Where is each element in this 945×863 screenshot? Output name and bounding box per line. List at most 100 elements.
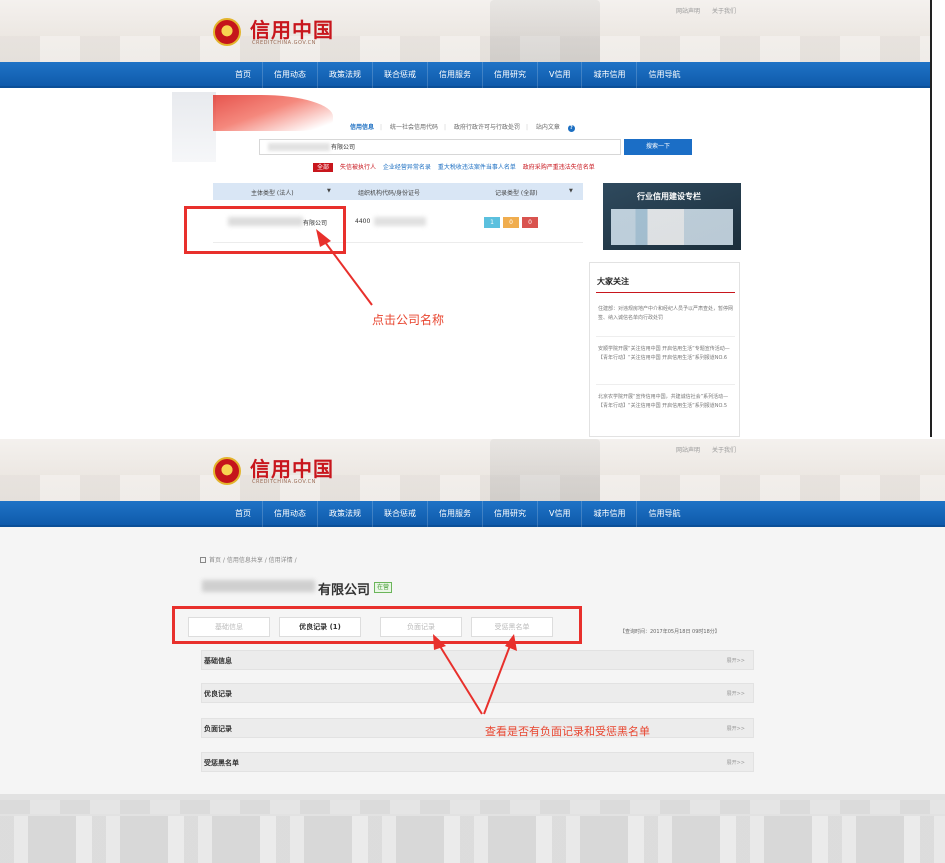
scrollbar[interactable]: [930, 0, 932, 437]
nav-item-home[interactable]: 首页: [224, 501, 263, 527]
divider: [596, 292, 735, 293]
redacted-text: [202, 580, 315, 592]
divider: [596, 384, 735, 385]
top-link-about[interactable]: 关于我们: [712, 447, 736, 454]
search-button[interactable]: 搜索一下: [624, 139, 692, 155]
nav-item-policy[interactable]: 政策法规: [318, 62, 373, 88]
nav-item-credit-research[interactable]: 信用研究: [483, 62, 538, 88]
annotation-check-records: 查看是否有负面记录和受惩黑名单: [485, 725, 650, 738]
section-blacklist[interactable]: 受惩黑名单 展开>>: [201, 752, 754, 772]
attention-item[interactable]: 安顺学院开展“关注信用中国 开启信用生活”专题宣传活动—【青年行动】“关注信用中…: [598, 345, 734, 363]
site-footer: [0, 794, 945, 863]
header-org-code: 组织机构代码/身份证号: [358, 190, 421, 197]
nav-item-credit-news[interactable]: 信用动态: [263, 501, 318, 527]
section-basic-info[interactable]: 基础信息 展开>>: [201, 650, 754, 670]
site-header: 信用中国 CREDITCHINA.GOV.CN 网站声明 关于我们: [0, 0, 945, 62]
nav-item-joint-punishment[interactable]: 联合惩戒: [373, 62, 428, 88]
status-badge: 在营: [374, 582, 393, 593]
record-negative-count[interactable]: 0: [503, 217, 519, 228]
promo-title: 行业信用建设专栏: [637, 192, 701, 201]
header-building-graphic: [490, 439, 600, 501]
section-title: 基础信息: [204, 657, 232, 665]
filter-bar: 全部 失信被执行人 企业经营异常名录 重大税收违法案件当事人名单 政府采购严重违…: [313, 162, 600, 172]
national-emblem-icon: [213, 18, 241, 46]
nav-item-credit-news[interactable]: 信用动态: [263, 62, 318, 88]
nav-item-city-credit[interactable]: 城市信用: [582, 501, 638, 527]
main-nav: 首页 信用动态 政策法规 联合惩戒 信用服务 信用研究 V信用 城市信用 信用导…: [0, 501, 945, 527]
footer-pattern: [0, 816, 945, 863]
logo-title[interactable]: 信用中国: [250, 453, 334, 482]
site-header: 信用中国 CREDITCHINA.GOV.CN 网站声明 关于我们: [0, 439, 945, 501]
chevron-down-icon[interactable]: ▼: [327, 188, 331, 194]
filter-all[interactable]: 全部: [313, 163, 334, 172]
nav-item-policy[interactable]: 政策法规: [318, 501, 373, 527]
nav-item-v-credit[interactable]: V信用: [538, 501, 583, 527]
divider: [596, 336, 735, 337]
tab-site-articles[interactable]: 站内文章: [536, 124, 560, 131]
footer-wave-pattern: [0, 800, 945, 814]
section-good-records[interactable]: 优良记录 展开>>: [201, 683, 754, 703]
home-icon[interactable]: [200, 557, 206, 563]
record-blacklist-count[interactable]: 0: [522, 217, 538, 228]
filter-tax[interactable]: 重大税收违法案件当事人名单: [438, 164, 516, 171]
flag-graphic: [213, 95, 333, 131]
header-record-type[interactable]: 记录类型 (全部): [495, 188, 538, 197]
tab-credit-info[interactable]: 信用信息: [350, 124, 374, 131]
filter-abnormal[interactable]: 企业经营异常名录: [383, 164, 431, 171]
header-entity-type[interactable]: 主体类型 (法人): [251, 188, 294, 197]
logo-subtitle: CREDITCHINA.GOV.CN: [252, 40, 316, 46]
nav-item-credit-service[interactable]: 信用服务: [428, 62, 483, 88]
top-link-about[interactable]: 关于我们: [712, 8, 736, 15]
section-title: 受惩黑名单: [204, 759, 239, 767]
section-title: 负面记录: [204, 725, 232, 733]
logo-subtitle: CREDITCHINA.GOV.CN: [252, 479, 316, 485]
search-tabs: 信用信息 | 统一社会信用代码 | 政府行政许可与行政处罚 | 站内文章 ?: [350, 122, 581, 132]
expand-link[interactable]: 展开>>: [727, 759, 745, 766]
highlight-box: [184, 206, 346, 254]
expand-link[interactable]: 展开>>: [727, 657, 745, 664]
redacted-text: [268, 143, 330, 151]
filter-dishonest[interactable]: 失信被执行人: [340, 164, 376, 171]
screenshot-company-detail: 信用中国 CREDITCHINA.GOV.CN 网站声明 关于我们 首页 信用动…: [0, 439, 945, 863]
top-link-statement[interactable]: 网站声明: [676, 8, 700, 15]
filter-procurement[interactable]: 政府采购严重违法失信名单: [523, 164, 595, 171]
expand-link[interactable]: 展开>>: [727, 690, 745, 697]
help-icon[interactable]: ?: [567, 125, 575, 132]
page-title: 有限公司: [318, 583, 371, 598]
top-links: 网站声明 关于我们: [676, 6, 746, 15]
promo-banner[interactable]: 行业信用建设专栏: [603, 183, 741, 250]
attention-item[interactable]: 住建部：对违规房地产中介和经纪人员予以严肃查处，暂停网签、纳入诚信名单向行政处罚: [598, 305, 734, 323]
national-emblem-icon: [213, 457, 241, 485]
section-negative-records[interactable]: 负面记录 展开>>: [201, 718, 754, 738]
main-nav: 首页 信用动态 政策法规 联合惩戒 信用服务 信用研究 V信用 城市信用 信用导…: [0, 62, 945, 88]
nav-item-credit-service[interactable]: 信用服务: [428, 501, 483, 527]
nav-item-v-credit[interactable]: V信用: [538, 62, 583, 88]
pillar-graphic: [172, 92, 216, 162]
promo-illustration: [611, 209, 733, 245]
highlight-box: [172, 606, 582, 644]
attention-item[interactable]: 北京农学院开展“宣传信用中国，共建诚信社会”系列活动—【青年行动】“关注信用中国…: [598, 393, 734, 411]
section-title: 优良记录: [204, 690, 232, 698]
expand-link[interactable]: 展开>>: [727, 725, 745, 732]
search-input-value: 有限公司: [331, 144, 356, 151]
tab-admin-license[interactable]: 政府行政许可与行政处罚: [454, 124, 520, 131]
nav-item-credit-guide[interactable]: 信用导航: [637, 62, 691, 88]
nav-item-home[interactable]: 首页: [224, 62, 263, 88]
header-building-graphic: [490, 0, 600, 62]
nav-item-credit-research[interactable]: 信用研究: [483, 501, 538, 527]
query-time: 【查询时间：2017年05月18日 09时18分】: [620, 629, 720, 635]
tab-unified-code[interactable]: 统一社会信用代码: [390, 124, 438, 131]
nav-item-joint-punishment[interactable]: 联合惩戒: [373, 501, 428, 527]
record-good-count[interactable]: 1: [484, 217, 500, 228]
nav-item-city-credit[interactable]: 城市信用: [582, 62, 638, 88]
breadcrumb-text[interactable]: 首页 / 信用信息共享 / 信用详情 /: [209, 557, 297, 564]
logo-title[interactable]: 信用中国: [250, 14, 334, 43]
chevron-down-icon[interactable]: ▼: [569, 188, 573, 194]
attention-title: 大家关注: [597, 277, 629, 286]
breadcrumb[interactable]: 首页 / 信用信息共享 / 信用详情 /: [200, 555, 297, 564]
attention-panel: 大家关注 住建部：对违规房地产中介和经纪人员予以严肃查处，暂停网签、纳入诚信名单…: [589, 262, 740, 437]
top-link-statement[interactable]: 网站声明: [676, 447, 700, 454]
org-code: 4400: [355, 218, 371, 225]
nav-item-credit-guide[interactable]: 信用导航: [637, 501, 691, 527]
annotation-click-company: 点击公司名称: [372, 313, 445, 327]
